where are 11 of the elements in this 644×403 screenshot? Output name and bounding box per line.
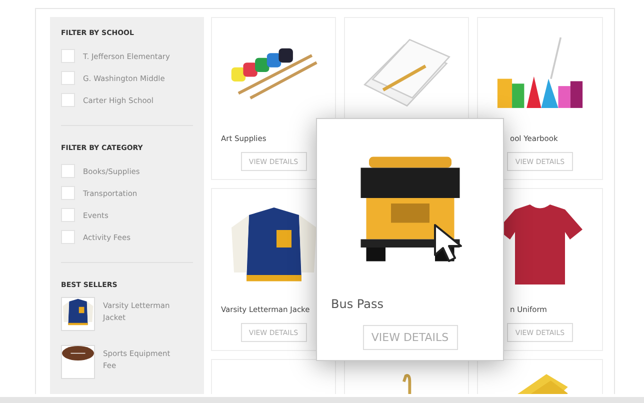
checkbox[interactable]: [61, 93, 75, 107]
checkbox[interactable]: [61, 71, 75, 85]
checkbox[interactable]: [61, 230, 75, 244]
product-thumbnail[interactable]: [61, 345, 95, 379]
product-name: Bus Pass: [330, 297, 384, 311]
checkbox[interactable]: [61, 208, 75, 222]
view-details-button[interactable]: VIEW DETAILS: [362, 325, 458, 350]
product-thumbnail[interactable]: [61, 297, 95, 331]
checkbox[interactable]: [61, 186, 75, 200]
checkbox[interactable]: [61, 164, 75, 178]
checkbox[interactable]: [61, 49, 75, 63]
